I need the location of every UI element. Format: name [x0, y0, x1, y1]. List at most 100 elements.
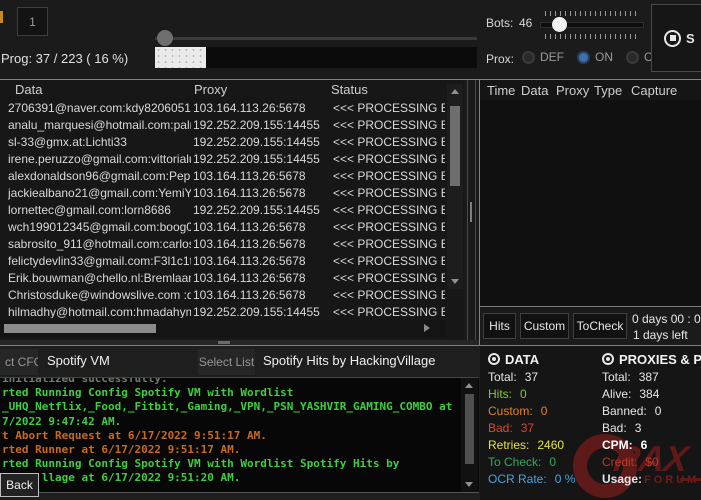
combo-proxy-cell: 103.164.113.26:5678 — [193, 288, 329, 302]
log-scrollbar[interactable] — [461, 378, 478, 492]
column-header-time[interactable]: Time — [487, 83, 515, 98]
column-header-proxy[interactable]: Proxy — [556, 83, 589, 98]
combo-status-cell: <<< PROCESSING BLOCK — [333, 288, 445, 302]
combo-row[interactable]: sl-33@gmx.at:Lichti33192.252.209.155:144… — [0, 134, 446, 151]
proxy-mode-def-radio[interactable]: DEF — [522, 50, 564, 64]
column-header-data[interactable]: Data — [15, 82, 42, 97]
combo-row[interactable]: hilmadhy@hotmail.com:hmadahym192.252.209… — [0, 304, 446, 318]
stat-row: Total:37 — [488, 370, 600, 387]
combo-proxy-cell: 192.252.209.155:14455 — [193, 152, 329, 166]
clipped-edge-icon — [0, 11, 3, 23]
stat-label: CPM: — [602, 438, 633, 452]
combo-vertical-scrollbar[interactable] — [447, 84, 463, 289]
stat-row: Total:387 — [602, 370, 701, 387]
radio-label: DEF — [540, 50, 564, 64]
select-list-button[interactable]: Select List — [198, 349, 255, 375]
stop-button-label: S — [686, 31, 695, 46]
panel-splitter[interactable] — [464, 80, 479, 345]
selected-config-name: Spotify VM — [47, 353, 110, 368]
stat-row: Credit:$0 — [602, 455, 701, 472]
column-header-capture[interactable]: Capture — [631, 83, 677, 98]
scroll-right-icon[interactable] — [424, 324, 430, 332]
stop-button[interactable]: S — [651, 4, 701, 72]
scrollbar-thumb[interactable] — [218, 341, 230, 344]
scroll-up-icon[interactable] — [465, 383, 473, 388]
threads-input[interactable] — [17, 7, 48, 36]
back-button[interactable]: Back — [0, 473, 39, 497]
slider-thumb[interactable] — [157, 30, 173, 46]
combo-row[interactable]: lornettec@gmail.com:lorn8686192.252.209.… — [0, 202, 446, 219]
combo-horizontal-scrollbar[interactable] — [0, 320, 446, 337]
data-icon — [488, 353, 500, 365]
combo-data-cell: hilmadhy@hotmail.com:hmadahym — [8, 305, 191, 318]
combo-proxy-cell: 103.164.113.26:5678 — [193, 101, 329, 115]
combo-status-cell: <<< PROCESSING BLOCK — [333, 203, 445, 217]
combo-data-cell: alexdonaldson96@gmail.com:Peppe — [8, 169, 191, 183]
combo-proxy-cell: 103.164.113.26:5678 — [193, 186, 329, 200]
scrollbar-thumb[interactable] — [465, 394, 474, 464]
combo-row[interactable]: sabrosito_911@hotmail.com:carlos2103.164… — [0, 236, 446, 253]
config-bar: ct CFG Spotify VM Select List Spotify Hi… — [0, 346, 479, 377]
tab-hits[interactable]: Hits — [483, 313, 516, 339]
scroll-down-icon[interactable] — [465, 482, 473, 487]
stat-row: Bad:37 — [488, 421, 600, 438]
stat-row: Usage: — [602, 472, 701, 489]
combo-proxy-cell: 103.164.113.26:5678 — [193, 237, 329, 251]
stat-label: Bad: — [488, 421, 513, 435]
stat-row: To Check:0 — [488, 455, 600, 472]
combo-row[interactable]: irene.peruzzo@gmail.com:vittorialu192.25… — [0, 151, 446, 168]
log-line: 7/2022 9:47:42 AM. — [2, 415, 460, 429]
combo-row[interactable]: Erik.bouwman@chello.nl:Bremlaan1103.164.… — [0, 270, 446, 287]
combo-status-cell: <<< PROCESSING BLOCK — [333, 220, 445, 234]
tab-custom[interactable]: Custom — [520, 313, 569, 339]
threads-slider[interactable] — [155, 29, 477, 47]
log-line: _UHQ_Netflix,_Food,_Fitbit,_Gaming,_VPN,… — [2, 400, 460, 414]
combo-proxy-cell: 192.252.209.155:14455 — [193, 118, 329, 132]
stat-row: Alive:384 — [602, 387, 701, 404]
proxy-mode-on-radio[interactable]: ON — [577, 50, 613, 64]
proxies-icon — [602, 353, 614, 365]
scroll-up-icon[interactable] — [451, 89, 459, 94]
stat-label: Custom: — [488, 404, 533, 418]
scroll-down-icon[interactable] — [451, 279, 459, 284]
progress-bar-fill — [155, 47, 206, 68]
combo-row[interactable]: jackiealbano21@gmail.com:YemiYar103.164.… — [0, 185, 446, 202]
stat-value: 387 — [639, 370, 659, 384]
combo-status-cell: <<< PROCESSING BLOCK — [333, 118, 445, 132]
bots-slider[interactable] — [540, 11, 644, 41]
combo-row[interactable]: Christosduke@windowslive.com :du103.164.… — [0, 287, 446, 304]
scrollbar-thumb[interactable] — [4, 324, 156, 333]
scrollbar-thumb[interactable] — [450, 106, 460, 186]
radio-circle-icon — [522, 51, 535, 64]
select-cfg-button[interactable]: ct CFG — [0, 349, 38, 375]
results-panel: Time Data Proxy Type Capture Hits Custom… — [479, 80, 701, 345]
combo-status-cell: <<< PROCESSING BLOCK — [333, 101, 445, 115]
log-area[interactable]: initialized successfully.rted Running Co… — [0, 377, 479, 493]
combo-row[interactable]: alexdonaldson96@gmail.com:Peppe103.164.1… — [0, 168, 446, 185]
column-header-status[interactable]: Status — [331, 82, 368, 97]
combo-row[interactable]: felictydevlin33@gmail.com:F3l1c1ty103.16… — [0, 253, 446, 270]
log-line: llage at 6/17/2022 9:51:20 AM. — [2, 471, 460, 485]
prox-label: Prox: — [486, 52, 514, 66]
splitter-grip[interactable] — [470, 202, 472, 222]
column-header-data[interactable]: Data — [521, 83, 548, 98]
combo-row[interactable]: 2706391@naver.com:kdy8206051103.164.113.… — [0, 100, 446, 117]
combo-status-cell: <<< PROCESSING BLOCK — [333, 305, 445, 318]
combo-data-cell: sl-33@gmx.at:Lichti33 — [8, 135, 191, 149]
data-stats-rows: Total:37Hits:0Custom:0Bad:37Retries:2460… — [488, 370, 600, 489]
column-header-type[interactable]: Type — [594, 83, 622, 98]
tab-tocheck[interactable]: ToCheck — [573, 313, 627, 339]
combo-row[interactable]: wch199012345@gmail.com:boog06103.164.113… — [0, 219, 446, 236]
combo-data-cell: Christosduke@windowslive.com :du — [8, 288, 191, 302]
combo-table-header: Data Proxy Status — [0, 80, 464, 100]
combo-table: Data Proxy Status 2706391@naver.com:kdy8… — [0, 80, 464, 340]
stat-value: 2460 — [537, 438, 564, 452]
stat-value: 0 — [541, 404, 548, 418]
column-header-proxy[interactable]: Proxy — [194, 82, 227, 97]
stat-label: Usage: — [602, 472, 642, 486]
combo-row[interactable]: analu_marquesi@hotmail.com:palm192.252.2… — [0, 117, 446, 134]
slider-thumb[interactable] — [552, 17, 567, 32]
stat-value: $0 — [645, 455, 658, 469]
stat-label: To Check: — [488, 455, 541, 469]
radio-label: ON — [595, 50, 613, 64]
